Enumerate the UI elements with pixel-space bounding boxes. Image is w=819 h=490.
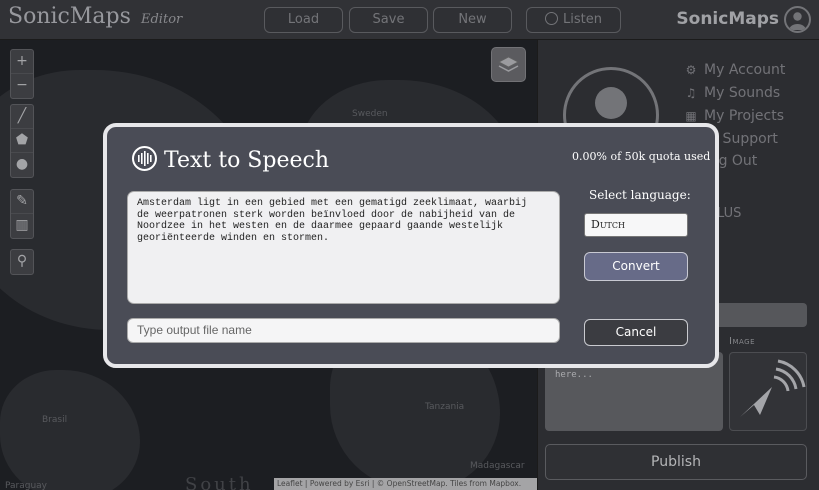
select-language-label: Select language: <box>589 188 691 202</box>
output-filename-input[interactable]: Type output file name <box>127 318 560 343</box>
tts-text-input[interactable]: Amsterdam ligt in een gebied met een gem… <box>127 191 560 304</box>
speech-icon <box>132 146 157 171</box>
cancel-button[interactable]: Cancel <box>584 319 688 346</box>
app-root: SonicMaps Editor Load Save New Listen So… <box>0 0 819 490</box>
convert-button[interactable]: Convert <box>584 252 688 281</box>
language-select[interactable]: Dutch <box>584 213 688 237</box>
quota-usage: 0.00% of 50k quota used <box>572 150 711 163</box>
modal-title: Text to Speech <box>164 148 329 173</box>
